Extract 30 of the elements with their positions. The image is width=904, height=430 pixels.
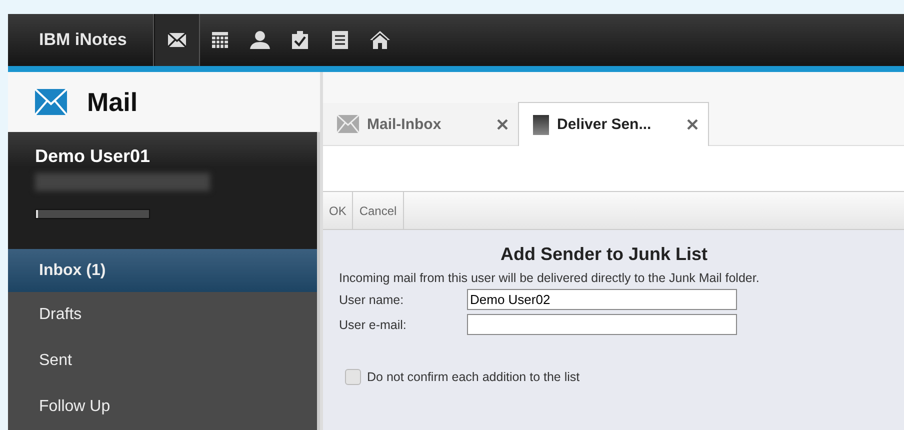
app-title: Mail — [87, 86, 138, 118]
close-icon[interactable] — [687, 119, 698, 130]
folder-item[interactable]: Follow Up — [8, 384, 317, 430]
folder-item[interactable]: Inbox (1) — [8, 249, 317, 292]
folder-item[interactable]: Sent — [8, 338, 317, 384]
app-switcher-button[interactable] — [154, 14, 200, 66]
clipboard-check-icon — [291, 31, 309, 49]
tab[interactable]: Mail-Inbox — [323, 103, 518, 145]
folder-item[interactable]: Drafts — [8, 292, 317, 338]
checkbox-label: Do not confirm each addition to the list — [367, 370, 580, 384]
checkbox[interactable] — [345, 369, 361, 385]
home-icon — [370, 31, 390, 49]
mail-icon — [35, 89, 67, 115]
close-icon[interactable] — [497, 118, 508, 130]
toolbar-button[interactable]: Cancel — [353, 192, 404, 229]
person-icon — [250, 31, 270, 49]
input-field[interactable] — [467, 314, 737, 335]
calendar-icon — [211, 31, 229, 49]
document-icon — [533, 114, 549, 134]
toolbar-button[interactable]: OK — [323, 192, 354, 229]
document-icon — [332, 31, 348, 49]
field-label: User e-mail: — [339, 318, 408, 332]
user-name: Demo User01 — [35, 146, 152, 167]
input-field[interactable]: Demo User02 — [467, 289, 737, 310]
form-description: Incoming mail from this user will be delivered directly to the Junk Mail folder. — [339, 271, 760, 285]
envelope-icon — [337, 115, 359, 133]
mail-icon — [167, 32, 187, 48]
tab[interactable]: Deliver Sen... — [518, 102, 709, 146]
field-label: User name: — [339, 292, 405, 306]
form-title: Add Sender to Junk List — [499, 244, 709, 265]
